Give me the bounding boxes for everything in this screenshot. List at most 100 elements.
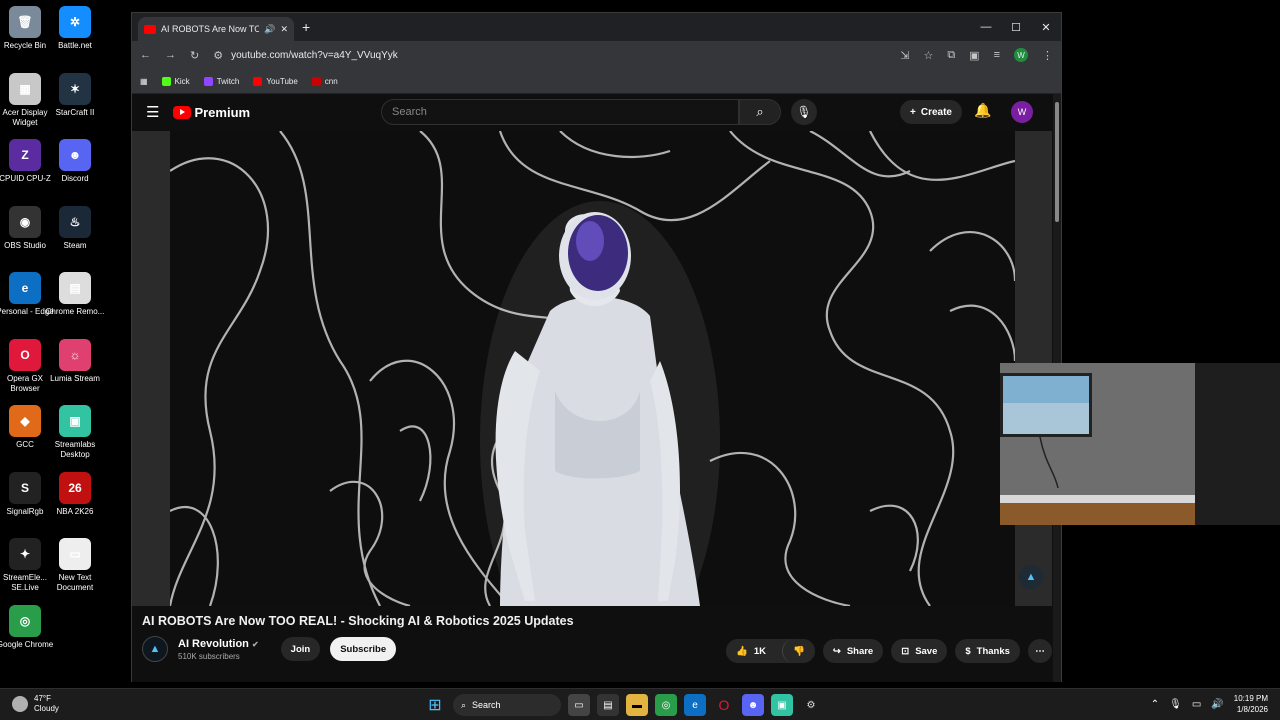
opera-gx-taskbar-icon[interactable]: O <box>713 694 735 716</box>
bookmark-favicon-icon <box>311 76 321 86</box>
forward-icon[interactable]: → <box>165 49 176 61</box>
volume-icon[interactable]: 🔊 <box>1211 699 1223 710</box>
apps-grid-icon[interactable]: ▦ <box>140 77 148 86</box>
tab-youtube[interactable]: AI ROBOTS Are Now TOO R 🔊 ✕ <box>138 17 294 41</box>
profile-avatar[interactable]: W <box>1014 48 1028 62</box>
chrome-taskbar-icon[interactable]: ◎ <box>655 694 677 716</box>
speaker-icon[interactable]: 🔊 <box>264 24 275 35</box>
desktop-icon[interactable]: 26 NBA 2K26 <box>45 471 105 517</box>
hamburger-menu-icon[interactable]: ☰ <box>146 103 159 121</box>
reading-list-icon[interactable]: ≡ <box>994 49 1000 61</box>
side-panel-icon[interactable]: ▣ <box>969 49 979 62</box>
file-explorer-icon[interactable]: ▬ <box>626 694 648 716</box>
close-window-button[interactable]: ✕ <box>1031 13 1061 41</box>
video-frame[interactable] <box>170 131 1015 606</box>
desktop-icon-label: Google Chrome <box>0 639 54 649</box>
thanks-button[interactable]: $ Thanks <box>955 639 1020 663</box>
widgets-icon[interactable]: ▤ <box>597 694 619 716</box>
search-icon: ⌕ <box>756 104 764 119</box>
desktop-icon[interactable]: ▣ Streamlabs Desktop <box>45 405 105 460</box>
desktop-icon-label: StarCraft II <box>55 107 95 117</box>
youtube-favicon-icon <box>144 24 156 34</box>
app-taskbar-icon[interactable]: ⚙ <box>800 694 822 716</box>
bookmark-item[interactable]: YouTube <box>253 76 298 86</box>
streamlabs-taskbar-icon[interactable]: ▣ <box>771 694 793 716</box>
desktop-icon[interactable]: ☻ Discord <box>45 139 105 184</box>
app-icon: ◎ <box>9 604 41 637</box>
notifications-bell-icon[interactable]: 🔔 <box>974 102 991 119</box>
desktop-icon[interactable]: ♨ Steam <box>45 205 105 251</box>
app-icon: O <box>9 338 41 371</box>
bookmark-star-icon[interactable]: ☆ <box>923 49 933 62</box>
bookmark-item[interactable]: Twitch <box>203 76 240 86</box>
close-tab-icon[interactable]: ✕ <box>280 24 288 35</box>
youtube-page: ☰ Premium Search ⌕ 🎙 + Create 🔔 W ▲ AI R… <box>132 94 1061 682</box>
share-button[interactable]: ↪ Share <box>822 639 884 663</box>
video-player[interactable]: ▲ <box>132 131 1052 606</box>
weather-condition: Cloudy <box>34 704 59 713</box>
site-info-icon[interactable]: ⚙ <box>213 49 223 62</box>
edge-taskbar-icon[interactable]: e <box>684 694 706 716</box>
taskbar-search[interactable]: ⌕ Search <box>453 694 561 716</box>
app-icon: S <box>9 471 41 504</box>
desktop-icon[interactable]: ✶ StarCraft II <box>45 72 105 118</box>
desktop-icon-label: Battle.net <box>58 41 92 50</box>
browser-menu-icon[interactable]: ⋮ <box>1042 49 1053 62</box>
back-icon[interactable]: ← <box>140 49 151 61</box>
like-button[interactable]: 👍 1K <box>726 639 776 663</box>
display-icon[interactable]: ▭ <box>1192 699 1201 710</box>
bookmark-item[interactable]: Kick <box>161 76 190 86</box>
desktop-icon[interactable]: ✲ Battle.net <box>45 6 105 51</box>
desktop-icon[interactable]: ▤ Chrome Remo... <box>45 272 105 317</box>
video-thumbnail-image <box>170 131 1015 606</box>
voice-search-button[interactable]: 🎙 <box>791 99 817 125</box>
channel-avatar[interactable]: ▲ <box>142 636 168 662</box>
search-button[interactable]: ⌕ <box>739 99 781 125</box>
desktop-icon-label: New Text Document <box>56 573 94 592</box>
dislike-button[interactable]: 👎 <box>782 639 815 663</box>
weather-widget[interactable]: 47°F Cloudy <box>12 694 59 714</box>
system-tray: ⌃ 🎙 ▭ 🔊 10:19 PM 1/8/2026 <box>1151 693 1268 715</box>
task-view-icon[interactable]: ▭ <box>568 694 590 716</box>
desktop-icon[interactable]: ▭ New Text Document <box>45 538 105 593</box>
desktop-icon[interactable]: ◎ Google Chrome <box>0 604 55 650</box>
address-bar[interactable]: ⚙ youtube.com/watch?v=a4Y_VVuqYyk <box>213 49 886 62</box>
maximize-button[interactable]: ☐ <box>1001 13 1031 41</box>
taskbar-apps: ⊞ ⌕ Search ▭ ▤ ▬ ◎ e O ☻ ▣ ⚙ <box>424 694 822 716</box>
extensions-icon[interactable]: ⧉ <box>947 49 955 62</box>
clock[interactable]: 10:19 PM 1/8/2026 <box>1234 693 1268 715</box>
subscribe-button[interactable]: Subscribe <box>330 637 397 661</box>
app-icon: ▣ <box>59 405 91 437</box>
scrollbar-thumb[interactable] <box>1055 102 1059 222</box>
join-button[interactable]: Join <box>280 637 321 661</box>
url-text[interactable]: youtube.com/watch?v=a4Y_VVuqYyk <box>231 50 398 61</box>
app-icon: 26 <box>59 471 91 504</box>
share-label: Share <box>846 645 874 657</box>
save-button[interactable]: ⊡ Save <box>891 639 948 663</box>
channel-name[interactable]: AI Revolution ✔ <box>178 638 259 650</box>
microphone-icon[interactable]: 🎙 <box>1169 699 1182 710</box>
discord-taskbar-icon[interactable]: ☻ <box>742 694 764 716</box>
channel-row: ▲ AI Revolution ✔ 510K subscribers Join … <box>142 636 397 662</box>
taskbar: 47°F Cloudy ⊞ ⌕ Search ▭ ▤ ▬ ◎ e O ☻ ▣ ⚙… <box>0 688 1280 720</box>
channel-watermark-icon[interactable]: ▲ <box>1019 565 1043 589</box>
install-app-icon[interactable]: ⇲ <box>900 49 909 62</box>
like-count: 1K <box>753 645 766 657</box>
tray-overflow-icon[interactable]: ⌃ <box>1151 699 1159 710</box>
youtube-play-icon <box>173 105 192 119</box>
user-avatar[interactable]: W <box>1011 101 1033 123</box>
desktop-icon-label: Steam <box>63 240 87 250</box>
windows-start-icon[interactable]: ⊞ <box>424 694 446 716</box>
new-tab-button[interactable]: + <box>302 19 310 35</box>
bookmark-item[interactable]: cnn <box>311 76 338 86</box>
minimize-button[interactable]: — <box>971 13 1001 41</box>
youtube-logo[interactable]: Premium <box>173 105 250 120</box>
reload-icon[interactable]: ↻ <box>190 49 199 62</box>
create-button[interactable]: + Create <box>900 100 962 124</box>
search-input[interactable]: Search <box>381 99 739 125</box>
desktop-icon[interactable]: ☼ Lumia Stream <box>45 338 105 384</box>
bookmark-label: Twitch <box>216 76 240 86</box>
search-icon: ⌕ <box>461 699 467 710</box>
more-actions-button[interactable]: ⋯ <box>1027 639 1052 663</box>
bookmarks-bar: ▦ Kick Twitch YouTube cnn <box>132 69 1061 94</box>
